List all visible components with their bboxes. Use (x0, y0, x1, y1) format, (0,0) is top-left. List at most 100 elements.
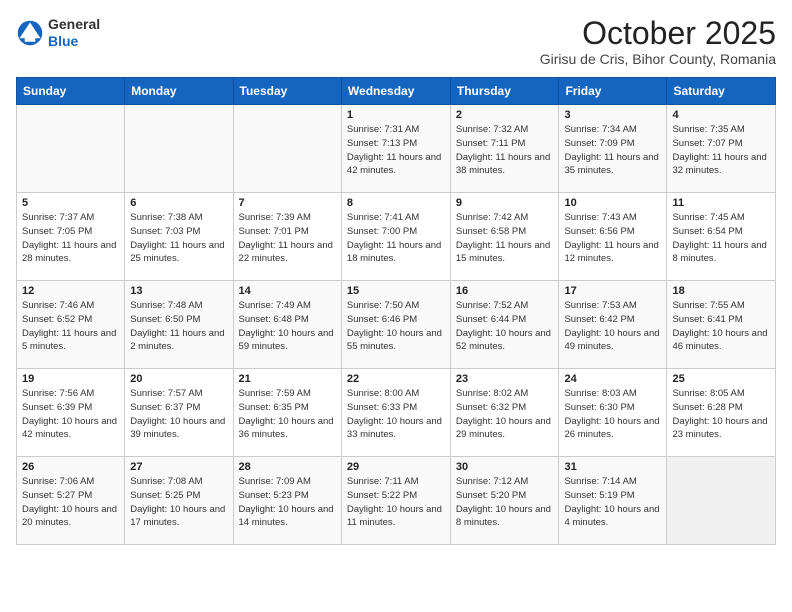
calendar-day-cell: 7Sunrise: 7:39 AM Sunset: 7:01 PM Daylig… (233, 193, 341, 281)
day-number: 25 (672, 373, 770, 385)
day-number: 19 (22, 373, 119, 385)
calendar-day-cell (233, 105, 341, 193)
day-number: 18 (672, 285, 770, 297)
calendar-day-cell: 16Sunrise: 7:52 AM Sunset: 6:44 PM Dayli… (450, 281, 559, 369)
calendar-day-cell: 10 Sunrise: 7:43 AM Sunset: 6:56 PM Dayli… (559, 193, 667, 281)
calendar-day-cell: 5 Sunrise: 7:37 AM Sunset: 7:05 PM Daylig… (17, 193, 125, 281)
calendar-day-cell (17, 105, 125, 193)
day-info: Sunrise: 7:46 AM Sunset: 6:52 PM Dayligh… (22, 299, 119, 354)
day-info: Sunrise: 7:57 AM Sunset: 6:37 PM Dayligh… (130, 387, 227, 442)
day-number: 3 (564, 109, 661, 121)
day-number: 15 (347, 285, 445, 297)
day-info: Sunrise: 7:56 AM Sunset: 6:39 PM Dayligh… (22, 387, 119, 442)
day-number: 22 (347, 373, 445, 385)
day-number: 26 (22, 461, 119, 473)
day-number: 9 (456, 197, 554, 209)
calendar-day-cell: 14 Sunrise: 7:49 AM Sunset: 6:48 PM Dayli… (233, 281, 341, 369)
logo-icon (16, 19, 44, 47)
calendar-day-cell: 4 Sunrise: 7:35 AM Sunset: 7:07 PM Daylig… (667, 105, 776, 193)
month-title: October 2025 (540, 16, 776, 51)
calendar-day-cell: 18 Sunrise: 7:55 AM Sunset: 6:41 PM Dayli… (667, 281, 776, 369)
calendar-day-cell (125, 105, 233, 193)
day-number: 8 (347, 197, 445, 209)
day-number: 1 (347, 109, 445, 121)
page-header: General Blue October 2025 Girisu de Cris… (16, 16, 776, 67)
weekday-header-row: SundayMondayTuesdayWednesdayThursdayFrid… (17, 78, 776, 105)
day-number: 21 (239, 373, 336, 385)
calendar-day-cell: 15Sunrise: 7:50 AM Sunset: 6:46 PM Dayli… (341, 281, 450, 369)
calendar-week-row: 5 Sunrise: 7:37 AM Sunset: 7:05 PM Daylig… (17, 193, 776, 281)
day-number: 29 (347, 461, 445, 473)
day-info: Sunrise: 7:53 AM Sunset: 6:42 PM Dayligh… (564, 299, 661, 354)
calendar-day-cell: 20 Sunrise: 7:57 AM Sunset: 6:37 PM Dayli… (125, 369, 233, 457)
weekday-header: Monday (125, 78, 233, 105)
weekday-header: Sunday (17, 78, 125, 105)
calendar-day-cell: 12 Sunrise: 7:46 AM Sunset: 6:52 PM Dayli… (17, 281, 125, 369)
day-info: Sunrise: 8:02 AM Sunset: 6:32 PM Dayligh… (456, 387, 554, 442)
day-number: 2 (456, 109, 554, 121)
calendar-day-cell: 25 Sunrise: 8:05 AM Sunset: 6:28 PM Dayli… (667, 369, 776, 457)
day-info: Sunrise: 7:08 AM Sunset: 5:25 PM Dayligh… (130, 475, 227, 530)
calendar-day-cell: 19 Sunrise: 7:56 AM Sunset: 6:39 PM Dayli… (17, 369, 125, 457)
day-number: 4 (672, 109, 770, 121)
day-info: Sunrise: 7:35 AM Sunset: 7:07 PM Dayligh… (672, 123, 770, 178)
weekday-header: Thursday (450, 78, 559, 105)
calendar-day-cell: 17 Sunrise: 7:53 AM Sunset: 6:42 PM Dayli… (559, 281, 667, 369)
day-info: Sunrise: 7:37 AM Sunset: 7:05 PM Dayligh… (22, 211, 119, 266)
calendar-day-cell: 23 Sunrise: 8:02 AM Sunset: 6:32 PM Dayli… (450, 369, 559, 457)
calendar-day-cell: 8 Sunrise: 7:41 AM Sunset: 7:00 PM Daylig… (341, 193, 450, 281)
day-info: Sunrise: 7:11 AM Sunset: 5:22 PM Dayligh… (347, 475, 445, 530)
day-number: 5 (22, 197, 119, 209)
logo-text: General Blue (48, 16, 100, 50)
weekday-header: Wednesday (341, 78, 450, 105)
calendar-day-cell: 6Sunrise: 7:38 AM Sunset: 7:03 PM Daylig… (125, 193, 233, 281)
day-info: Sunrise: 7:48 AM Sunset: 6:50 PM Dayligh… (130, 299, 227, 354)
day-number: 28 (239, 461, 336, 473)
day-number: 24 (564, 373, 661, 385)
calendar-day-cell (667, 457, 776, 545)
day-number: 16 (456, 285, 554, 297)
day-number: 17 (564, 285, 661, 297)
calendar-day-cell: 22Sunrise: 8:00 AM Sunset: 6:33 PM Dayli… (341, 369, 450, 457)
calendar-day-cell: 24Sunrise: 8:03 AM Sunset: 6:30 PM Dayli… (559, 369, 667, 457)
day-number: 31 (564, 461, 661, 473)
calendar-week-row: 26 Sunrise: 7:06 AM Sunset: 5:27 PM Dayli… (17, 457, 776, 545)
weekday-header: Friday (559, 78, 667, 105)
calendar-day-cell: 31 Sunrise: 7:14 AM Sunset: 5:19 PM Dayli… (559, 457, 667, 545)
day-number: 11 (672, 197, 770, 209)
calendar-day-cell: 1 Sunrise: 7:31 AM Sunset: 7:13 PM Daylig… (341, 105, 450, 193)
day-number: 23 (456, 373, 554, 385)
calendar-day-cell: 2 Sunrise: 7:32 AM Sunset: 7:11 PM Daylig… (450, 105, 559, 193)
day-number: 14 (239, 285, 336, 297)
day-info: Sunrise: 7:49 AM Sunset: 6:48 PM Dayligh… (239, 299, 336, 354)
weekday-header: Tuesday (233, 78, 341, 105)
day-info: Sunrise: 7:06 AM Sunset: 5:27 PM Dayligh… (22, 475, 119, 530)
day-info: Sunrise: 7:55 AM Sunset: 6:41 PM Dayligh… (672, 299, 770, 354)
calendar-day-cell: 3Sunrise: 7:34 AM Sunset: 7:09 PM Daylig… (559, 105, 667, 193)
day-info: Sunrise: 7:43 AM Sunset: 6:56 PM Dayligh… (564, 211, 661, 266)
day-info: Sunrise: 7:32 AM Sunset: 7:11 PM Dayligh… (456, 123, 554, 178)
calendar-day-cell: 21 Sunrise: 7:59 AM Sunset: 6:35 PM Dayli… (233, 369, 341, 457)
day-info: Sunrise: 7:39 AM Sunset: 7:01 PM Dayligh… (239, 211, 336, 266)
day-info: Sunrise: 7:41 AM Sunset: 7:00 PM Dayligh… (347, 211, 445, 266)
day-info: Sunrise: 7:31 AM Sunset: 7:13 PM Dayligh… (347, 123, 445, 178)
day-info: Sunrise: 8:05 AM Sunset: 6:28 PM Dayligh… (672, 387, 770, 442)
day-number: 20 (130, 373, 227, 385)
day-info: Sunrise: 7:42 AM Sunset: 6:58 PM Dayligh… (456, 211, 554, 266)
day-number: 10 (564, 197, 661, 209)
calendar-day-cell: 26 Sunrise: 7:06 AM Sunset: 5:27 PM Dayli… (17, 457, 125, 545)
calendar-table: SundayMondayTuesdayWednesdayThursdayFrid… (16, 77, 776, 545)
day-number: 27 (130, 461, 227, 473)
day-info: Sunrise: 7:12 AM Sunset: 5:20 PM Dayligh… (456, 475, 554, 530)
day-number: 12 (22, 285, 119, 297)
day-info: Sunrise: 7:14 AM Sunset: 5:19 PM Dayligh… (564, 475, 661, 530)
weekday-header: Saturday (667, 78, 776, 105)
day-info: Sunrise: 7:38 AM Sunset: 7:03 PM Dayligh… (130, 211, 227, 266)
day-info: Sunrise: 7:09 AM Sunset: 5:23 PM Dayligh… (239, 475, 336, 530)
calendar-day-cell: 30Sunrise: 7:12 AM Sunset: 5:20 PM Dayli… (450, 457, 559, 545)
calendar-day-cell: 13 Sunrise: 7:48 AM Sunset: 6:50 PM Dayli… (125, 281, 233, 369)
location-title: Girisu de Cris, Bihor County, Romania (540, 51, 776, 67)
day-info: Sunrise: 7:59 AM Sunset: 6:35 PM Dayligh… (239, 387, 336, 442)
day-number: 13 (130, 285, 227, 297)
calendar-day-cell: 28 Sunrise: 7:09 AM Sunset: 5:23 PM Dayli… (233, 457, 341, 545)
